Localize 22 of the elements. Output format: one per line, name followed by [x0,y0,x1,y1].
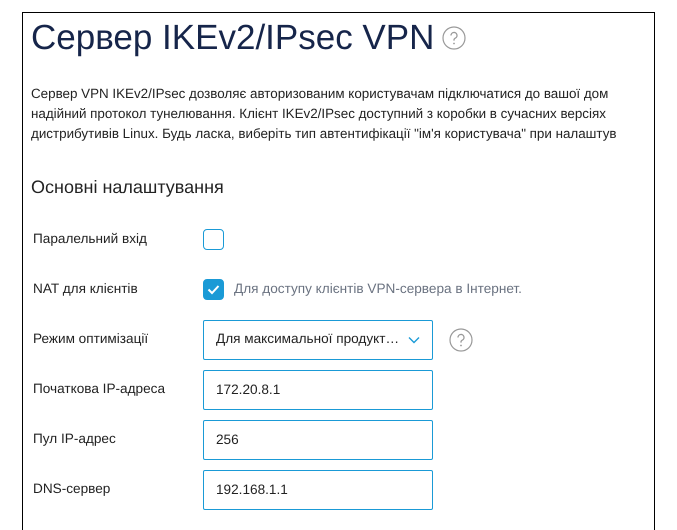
description-text: надійний протокол тунелювання. Клієнт IKEv2/IPsec доступний з коробки в сучасних версіях [31,104,607,123]
input-field[interactable]: 172.20.8.1 [203,370,433,410]
help-icon[interactable] [442,26,466,50]
chevron-down-icon [408,336,420,344]
checkbox[interactable] [203,279,224,300]
checkbox[interactable] [203,229,224,250]
check-icon [207,284,220,295]
setting-label: NAT для клієнтів [32,280,139,298]
hint-text: Для доступу клієнтів VPN-сервера в Інтернет. [234,280,522,298]
description-text: Сервер VPN IKEv2/IPsec дозволяє авторизованим користувачам підключатися до вашої дом [31,84,610,103]
help-icon[interactable] [449,328,473,352]
setting-label: Початкова IP-адреса [32,380,166,398]
input-field[interactable]: 192.168.1.1 [203,470,433,510]
description-text: дистрибутивів Linux. Будь ласка, виберіть тип автентифікації "ім'я користувача" при налаштув [31,124,618,143]
page-title: Сервер IKEv2/IPsec VPN [31,19,434,58]
setting-label: Пул IP-адрес [32,430,117,448]
setting-label: DNS-сервер [32,480,112,498]
dropdown[interactable]: Для максимальної продукт… [203,320,433,360]
setting-label: Паралельний вхід [32,230,148,248]
input-field[interactable]: 256 [203,420,433,460]
section-title: Основні налаштування [31,176,225,199]
setting-label: Режим оптимізації [32,330,150,348]
